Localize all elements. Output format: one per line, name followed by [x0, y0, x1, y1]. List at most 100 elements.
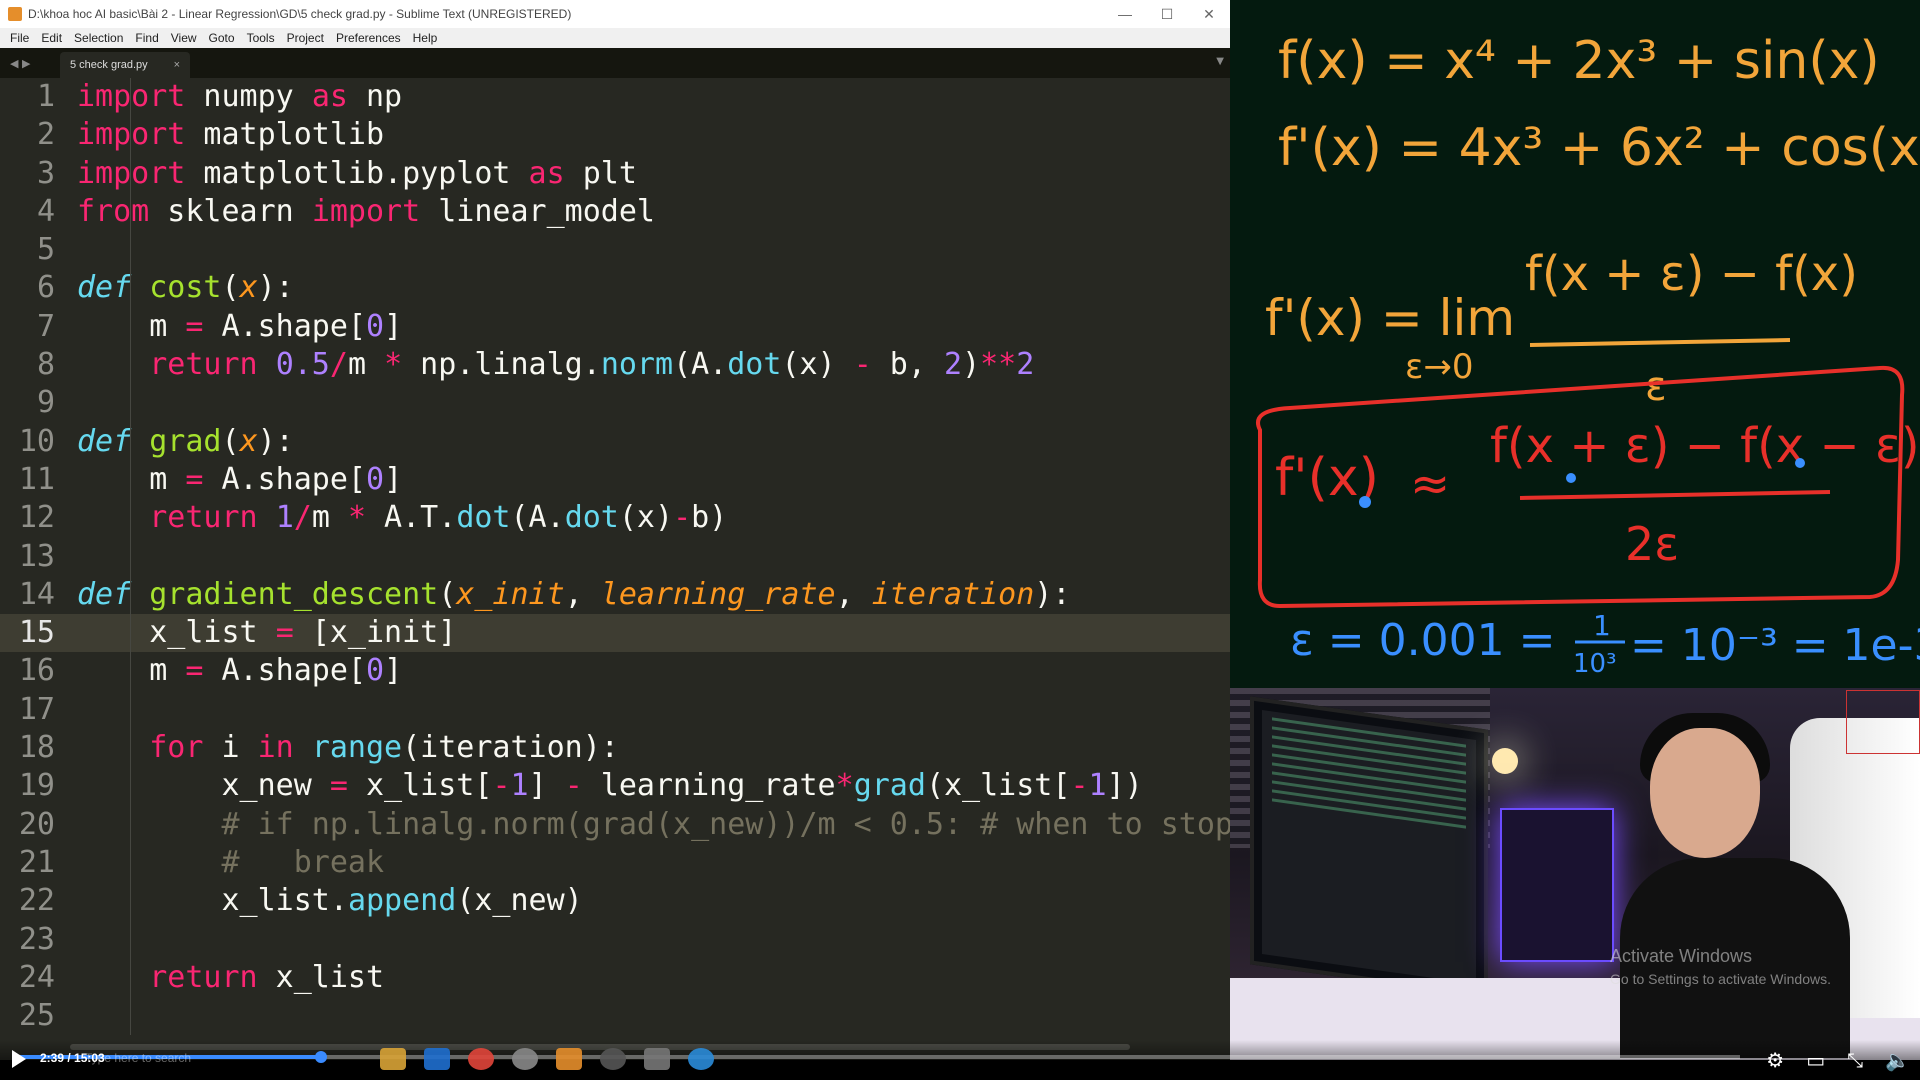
minimize-button[interactable]: — — [1104, 6, 1146, 22]
limit-lhs: f'(x) = lim — [1265, 289, 1515, 347]
code-token: learning_rate — [600, 576, 836, 612]
background-monitor — [1250, 696, 1488, 998]
file-explorer-icon[interactable] — [380, 1048, 406, 1070]
code-token: import — [311, 193, 421, 229]
code-token: ]) — [1106, 768, 1143, 804]
code-area[interactable]: 1 import numpy as np 2 import matplotlib 3 im… — [0, 78, 1230, 1036]
code-line[interactable]: 13 — [0, 538, 1230, 576]
code-token: x_new — [77, 768, 330, 804]
code-token: ): — [257, 423, 294, 459]
epsilon-equivalents: = 10⁻³ = 1e-3 — [1630, 620, 1920, 671]
code-token: ** — [980, 347, 1017, 383]
code-token: (x_list[ — [925, 768, 1071, 804]
code-line[interactable]: 23 — [0, 921, 1230, 959]
code-token: return — [149, 959, 258, 995]
code-token: sklearn — [149, 193, 312, 229]
progress-knob[interactable] — [315, 1051, 328, 1063]
code-line[interactable]: 2 import matplotlib — [0, 116, 1230, 154]
line-number: 13 — [18, 538, 55, 574]
menu-find[interactable]: Find — [129, 31, 164, 45]
menu-edit[interactable]: Edit — [35, 31, 68, 45]
code-token: b) — [691, 500, 728, 536]
gear-icon[interactable]: ⚙ — [1766, 1048, 1784, 1072]
code-token: x_list[ — [347, 768, 493, 804]
code-token: * — [835, 768, 854, 804]
code-line[interactable]: 1 import numpy as np — [0, 78, 1230, 116]
approx-symbol: ≈ — [1410, 456, 1450, 512]
code-token: def — [77, 423, 132, 459]
code-token: ( — [221, 423, 240, 459]
fullscreen-exit-icon[interactable]: ⤡ — [1847, 1048, 1863, 1072]
code-line[interactable]: 12 return 1/m * A.T.dot(A.dot(x)-b) — [0, 499, 1230, 537]
settings-taskbar-icon[interactable] — [644, 1048, 670, 1070]
code-line[interactable]: 16 m = A.shape[0] — [0, 652, 1230, 690]
volume-icon[interactable]: 🔈 — [1885, 1048, 1910, 1072]
code-line[interactable]: 3 import matplotlib.pyplot as plt — [0, 155, 1230, 193]
file-tab[interactable]: 5 check grad.py × — [60, 52, 190, 78]
code-line[interactable]: 22 x_list.append(x_new) — [0, 882, 1230, 920]
menu-goto[interactable]: Goto — [203, 31, 241, 45]
limit-denominator: ε — [1645, 364, 1667, 410]
tab-close-icon[interactable]: × — [174, 59, 180, 71]
code-line[interactable]: 5 — [0, 231, 1230, 269]
equation-f: f(x) = x⁴ + 2x³ + sin(x) — [1278, 31, 1880, 91]
menu-view[interactable]: View — [165, 31, 203, 45]
code-token: / — [329, 347, 348, 383]
code-token: (x_new) — [456, 883, 583, 919]
app-icon[interactable] — [512, 1048, 538, 1070]
maximize-button[interactable]: ☐ — [1146, 6, 1188, 23]
menu-tools[interactable]: Tools — [241, 31, 281, 45]
code-token: - — [853, 347, 872, 383]
code-token: (x) — [618, 500, 674, 536]
code-line[interactable]: 6 def cost(x): — [0, 269, 1230, 307]
code-token: m — [77, 653, 186, 689]
code-token: np — [347, 79, 403, 114]
desk-lamp — [1492, 748, 1518, 774]
line-number: 2 — [36, 117, 55, 153]
code-token: , — [564, 576, 601, 612]
code-line[interactable]: 18 for i in range(iteration): — [0, 729, 1230, 767]
sublime-taskbar-icon[interactable] — [556, 1048, 582, 1070]
progress-bar[interactable] — [18, 1051, 1740, 1063]
close-button[interactable]: ✕ — [1188, 6, 1230, 23]
code-line[interactable]: 9 — [0, 384, 1230, 422]
line-number: 4 — [36, 193, 55, 229]
code-line[interactable]: 4 from sklearn import linear_model — [0, 193, 1230, 231]
sublime-app-icon — [8, 7, 22, 21]
code-line[interactable]: 21 # break — [0, 844, 1230, 882]
chrome-icon[interactable] — [468, 1048, 494, 1070]
code-token: grad — [149, 423, 222, 459]
code-line[interactable]: 20 # if np.linalg.norm(grad(x_new))/m < … — [0, 806, 1230, 844]
menu-selection[interactable]: Selection — [68, 31, 129, 45]
clock-icon[interactable] — [600, 1048, 626, 1070]
line-number: 12 — [18, 500, 55, 536]
code-line[interactable]: 7 m = A.shape[0] — [0, 308, 1230, 346]
menu-help[interactable]: Help — [407, 31, 444, 45]
code-line[interactable]: 15 x_list = [x_init] — [0, 614, 1230, 653]
approx-denominator: 2ε — [1625, 517, 1679, 571]
code-line[interactable]: 24 return x_list — [0, 959, 1230, 997]
file-tab-label: 5 check grad.py — [70, 59, 148, 71]
code-line[interactable]: 10 def grad(x): — [0, 423, 1230, 461]
tab-dropdown-icon[interactable]: ▼ — [1216, 56, 1224, 67]
edge-icon[interactable] — [688, 1048, 714, 1070]
code-line[interactable]: 8 return 0.5/m * np.linalg.norm(A.dot(x)… — [0, 346, 1230, 384]
taskbar-search[interactable]: Type here to search — [85, 1051, 191, 1065]
play-icon[interactable] — [12, 1050, 26, 1068]
code-line[interactable]: 25 — [0, 997, 1230, 1035]
menu-project[interactable]: Project — [281, 31, 330, 45]
code-line[interactable]: 19 x_new = x_list[-1] - learning_rate*gr… — [0, 767, 1230, 805]
code-line[interactable]: 17 — [0, 691, 1230, 729]
menu-preferences[interactable]: Preferences — [330, 31, 407, 45]
code-token: i — [203, 730, 258, 766]
line-number: 19 — [18, 768, 55, 804]
code-token: dot — [564, 500, 619, 536]
code-line[interactable]: 14 def gradient_descent(x_init, learning_… — [0, 576, 1230, 614]
pip-icon[interactable]: ▭ — [1806, 1048, 1825, 1072]
menu-file[interactable]: File — [4, 31, 35, 45]
mail-icon[interactable] — [424, 1048, 450, 1070]
tab-nav-arrows[interactable]: ◀ ▶ — [0, 57, 60, 70]
code-line[interactable]: 11 m = A.shape[0] — [0, 461, 1230, 499]
